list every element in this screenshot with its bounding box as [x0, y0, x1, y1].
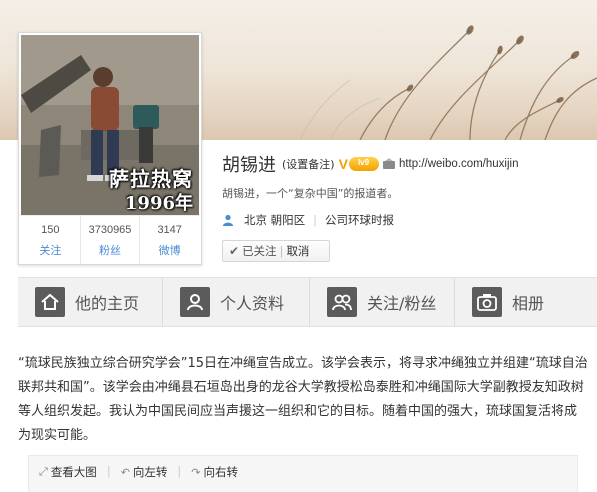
- follow-status-box: ✔ 已关注 | 取消: [222, 240, 330, 262]
- tool-label: 查看大图: [50, 465, 97, 479]
- tab-album[interactable]: 相册: [455, 278, 597, 326]
- view-large-button[interactable]: ⤢ 查看大图: [39, 464, 97, 480]
- check-icon: ✔: [229, 244, 240, 258]
- rotate-right-icon: ↷: [191, 465, 201, 479]
- tool-label: 向右转: [203, 465, 239, 479]
- verified-icon[interactable]: V: [339, 156, 348, 172]
- enlarge-icon: ⤢: [39, 465, 48, 478]
- stat-following[interactable]: 150 关注: [21, 216, 80, 264]
- stat-value: 150: [41, 224, 60, 236]
- tab-label: 相册: [512, 294, 545, 313]
- stat-value: 3147: [157, 224, 182, 236]
- stats-bar: 150 关注 3730965 粉丝 3147 微博: [21, 215, 199, 264]
- user-bio: 胡锡进，一个“复杂中国”的报道者。: [222, 187, 399, 200]
- user-name: 胡锡进: [222, 155, 276, 176]
- meta-row: 北京 朝阳区 | 公司环球时报: [222, 212, 394, 228]
- avatar-card: 萨拉热窝 1996年 150 关注 3730965 粉丝 3147 微博: [18, 32, 202, 265]
- picture-toolbar: ⤢ 查看大图 | ↶ 向左转 | ↷ 向右转: [28, 455, 578, 492]
- stat-followers[interactable]: 3730965 粉丝: [79, 216, 140, 264]
- avatar[interactable]: 萨拉热窝 1996年: [21, 35, 199, 215]
- rotate-left-icon: ↶: [120, 465, 130, 479]
- avatar-year: 1996年: [124, 193, 193, 214]
- tab-home[interactable]: 他的主页: [18, 278, 163, 326]
- post-text: “琉球民族独立综合研究学会”15日在冲绳宣告成立。该学会表示，将寻求冲绳独立并组…: [18, 356, 588, 443]
- stat-label: 微博: [158, 244, 181, 257]
- tab-label: 他的主页: [75, 294, 140, 313]
- profile-url-link[interactable]: http://weibo.com/huxijin: [399, 158, 519, 170]
- person-icon: [223, 214, 233, 226]
- tab-fans[interactable]: 关注/粉丝: [310, 278, 455, 326]
- stat-posts[interactable]: 3147 微博: [139, 216, 199, 264]
- stat-label: 粉丝: [99, 244, 121, 257]
- tab-label: 关注/粉丝: [367, 294, 437, 313]
- stat-label: 关注: [39, 244, 62, 257]
- rotate-right-button[interactable]: ↷ 向右转: [191, 464, 238, 480]
- follow-status-label: 已关注: [242, 244, 277, 258]
- company-text: 公司环球时报: [325, 213, 395, 227]
- profile-tabs: 他的主页 个人资料 关注/粉丝 相册: [18, 277, 597, 327]
- avatar-caption: 萨拉热窝: [109, 167, 193, 191]
- picture-tools: ⤢ 查看大图 | ↶ 向左转 | ↷ 向右转: [39, 464, 238, 480]
- meta-divider: |: [313, 213, 318, 227]
- vip-badge-icon[interactable]: lv9: [348, 157, 379, 171]
- tool-label: 向左转: [132, 465, 168, 479]
- fans-icon: [327, 287, 357, 317]
- stat-value: 3730965: [88, 224, 132, 236]
- profile-icon: [180, 287, 210, 317]
- link-icon: [382, 158, 395, 169]
- name-row: 胡锡进 (设置备注) V lv9 http://weibo.com/huxiji…: [222, 152, 518, 176]
- rotate-left-button[interactable]: ↶ 向左转: [121, 464, 168, 480]
- unfollow-button[interactable]: 取消: [286, 243, 309, 259]
- tool-divider: |: [177, 464, 182, 478]
- vip-level-label: lv9: [357, 158, 370, 167]
- tab-profile[interactable]: 个人资料: [163, 278, 310, 326]
- tool-divider: |: [106, 464, 111, 478]
- home-icon: [35, 287, 65, 317]
- tab-label: 个人资料: [220, 294, 285, 313]
- set-remark-link[interactable]: (设置备注): [282, 156, 335, 172]
- location-text[interactable]: 北京 朝阳区: [244, 212, 305, 228]
- follow-divider: |: [279, 244, 284, 258]
- camera-icon: [472, 287, 502, 317]
